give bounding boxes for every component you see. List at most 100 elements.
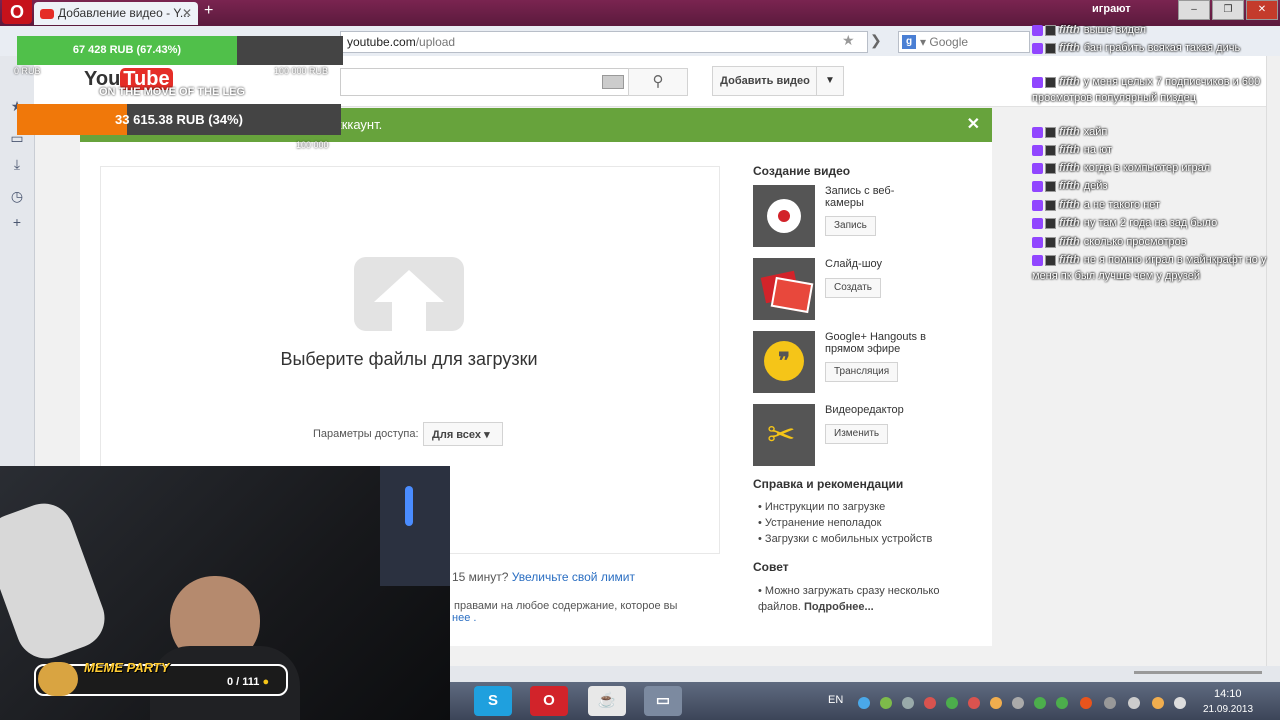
tray-icon[interactable] <box>1128 697 1140 709</box>
scissors-icon[interactable]: ✂ <box>753 404 815 466</box>
chat-nick: fifth <box>1059 76 1080 88</box>
chat-message: fifth не я помню играл в майнкрафт но у м… <box>1032 252 1278 284</box>
twitch-icon <box>1032 24 1043 36</box>
tab-title: Добавление видео - Y... <box>58 6 190 20</box>
forward-arrow-icon[interactable]: ❯ <box>870 32 882 49</box>
keyboard-icon[interactable] <box>602 75 624 89</box>
window-manager-icon[interactable]: ▭ <box>644 686 682 716</box>
tray-icon[interactable] <box>990 697 1002 709</box>
rgb-light-shape <box>405 486 413 526</box>
donation-goal-text-1: 67 428 RUB (67.43%) <box>72 44 182 56</box>
bookmark-star-icon[interactable]: ★ <box>842 32 855 49</box>
twitch-icon <box>1032 180 1043 192</box>
zoom-slider[interactable] <box>1134 671 1262 674</box>
clock-time[interactable]: 14:10 <box>1214 688 1242 700</box>
hangouts-label: Google+ Hangouts в прямом эфире <box>825 331 926 355</box>
java-icon[interactable]: ☕ <box>588 686 626 716</box>
search-engine-field[interactable]: g ▾ Google <box>898 31 1030 53</box>
more-link[interactable]: Подробнее... <box>804 601 874 613</box>
help-item[interactable]: • Инструкции по загрузке <box>758 501 885 513</box>
increase-limit-link[interactable]: Увеличьте свой лимит <box>512 570 635 584</box>
chat-nick: fifth <box>1059 254 1080 266</box>
tray-icon[interactable] <box>880 697 892 709</box>
goal-max-label: 100 000 RUB <box>274 66 329 76</box>
tray-icon[interactable] <box>1034 697 1046 709</box>
skype-icon[interactable]: S <box>474 686 512 716</box>
chat-message: fifth дейз <box>1032 178 1278 194</box>
browser-tab[interactable]: Добавление видео - Y... ✕ <box>34 2 198 25</box>
chevron-down-icon: ▾ <box>484 429 490 441</box>
overlay-legend-text: ON THE MOVE OF THE LEG <box>99 86 246 98</box>
chat-nick: fifth <box>1059 199 1080 211</box>
add-panel-icon[interactable]: + <box>9 214 25 230</box>
twitch-icon <box>1032 236 1043 248</box>
badge-icon <box>1045 217 1056 229</box>
broadcast-button[interactable]: Трансляция <box>825 362 899 382</box>
tray-icon[interactable] <box>924 697 936 709</box>
tip-heading: Совет <box>753 560 789 574</box>
meme-party-title: MEME PARTY <box>84 660 170 675</box>
twitch-icon <box>1032 42 1043 54</box>
download-arrow-icon[interactable]: ⤓ <box>9 156 25 172</box>
minimize-button[interactable]: – <box>1178 0 1210 20</box>
history-clock-icon[interactable]: ◷ <box>9 188 25 204</box>
badge-icon <box>1045 144 1056 156</box>
youtube-search-input[interactable] <box>340 68 629 96</box>
tray-icon[interactable] <box>902 697 914 709</box>
close-window-button[interactable]: ✕ <box>1246 0 1278 20</box>
webcam-record-label: Запись с веб-камеры <box>825 185 895 209</box>
limit-prefix: 15 минут? <box>452 570 509 584</box>
badge-icon <box>1045 162 1056 174</box>
upload-arrow-head <box>374 270 444 302</box>
tray-icon[interactable] <box>946 697 958 709</box>
badge-icon <box>1045 254 1056 266</box>
privacy-dropdown[interactable]: Для всех ▾ <box>423 422 503 446</box>
search-button[interactable]: ⚲ <box>628 68 688 96</box>
banner-close-icon[interactable]: ✕ <box>967 108 980 142</box>
hangouts-icon[interactable]: ❞ <box>753 331 815 393</box>
chat-text: на ют <box>1083 144 1113 156</box>
privacy-label: Параметры доступа: <box>313 428 419 440</box>
maximize-button[interactable]: ❐ <box>1212 0 1244 20</box>
record-button[interactable]: Запись <box>825 216 876 236</box>
record-icon[interactable] <box>753 185 815 247</box>
help-item[interactable]: • Устранение неполадок <box>758 517 881 529</box>
edit-button[interactable]: Изменить <box>825 424 889 444</box>
chat-text: выше видел <box>1083 24 1147 36</box>
chat-nick: fifth <box>1059 126 1080 138</box>
chat-text: бан грабить всякая такая дичь <box>1083 42 1241 54</box>
video-editor-label: Видеоредактор <box>825 404 904 416</box>
twitch-icon <box>1032 76 1043 88</box>
opera-taskbar-icon[interactable]: O <box>530 686 568 716</box>
tray-icon[interactable] <box>1012 697 1024 709</box>
tray-icon[interactable] <box>1152 697 1164 709</box>
create-slideshow-button[interactable]: Создать <box>825 278 882 298</box>
upload-title[interactable]: Выберите файлы для загрузки <box>240 349 578 370</box>
tray-icon[interactable] <box>1104 697 1116 709</box>
url-field[interactable]: youtube.com/upload <box>340 31 868 53</box>
upload-limit-text: 15 минут? Увеличьте свой лимит <box>452 570 635 584</box>
new-tab-button[interactable]: + <box>204 2 213 20</box>
clock-date[interactable]: 21.09.2013 <box>1203 704 1253 715</box>
language-indicator[interactable]: EN <box>828 694 843 706</box>
tab-close-icon[interactable]: ✕ <box>182 2 192 25</box>
rights-text: правами на любое содержание, которое вы <box>454 600 678 612</box>
chair-shape <box>0 495 113 667</box>
volume-icon[interactable] <box>1174 697 1186 709</box>
donation-goal-bar-2: 33 615.38 RUB (34%) <box>17 104 341 135</box>
chat-nick: fifth <box>1059 24 1080 36</box>
search-icon: ⚲ <box>652 73 664 90</box>
twitch-icon <box>1032 199 1043 211</box>
add-video-button[interactable]: Добавить видео <box>712 66 818 96</box>
twitch-icon <box>1032 254 1043 266</box>
opera-menu-button[interactable]: O <box>2 0 32 24</box>
tray-icon[interactable] <box>1056 697 1068 709</box>
help-item[interactable]: • Загрузки с мобильных устройств <box>758 533 932 545</box>
tray-icon[interactable] <box>968 697 980 709</box>
rights-link[interactable]: нее . <box>452 612 476 624</box>
tray-icon[interactable] <box>1080 697 1092 709</box>
add-video-dropdown-caret[interactable]: ▼ <box>816 66 844 96</box>
badge-icon <box>1045 76 1056 88</box>
slideshow-icon[interactable] <box>753 258 815 320</box>
tray-icon[interactable] <box>858 697 870 709</box>
